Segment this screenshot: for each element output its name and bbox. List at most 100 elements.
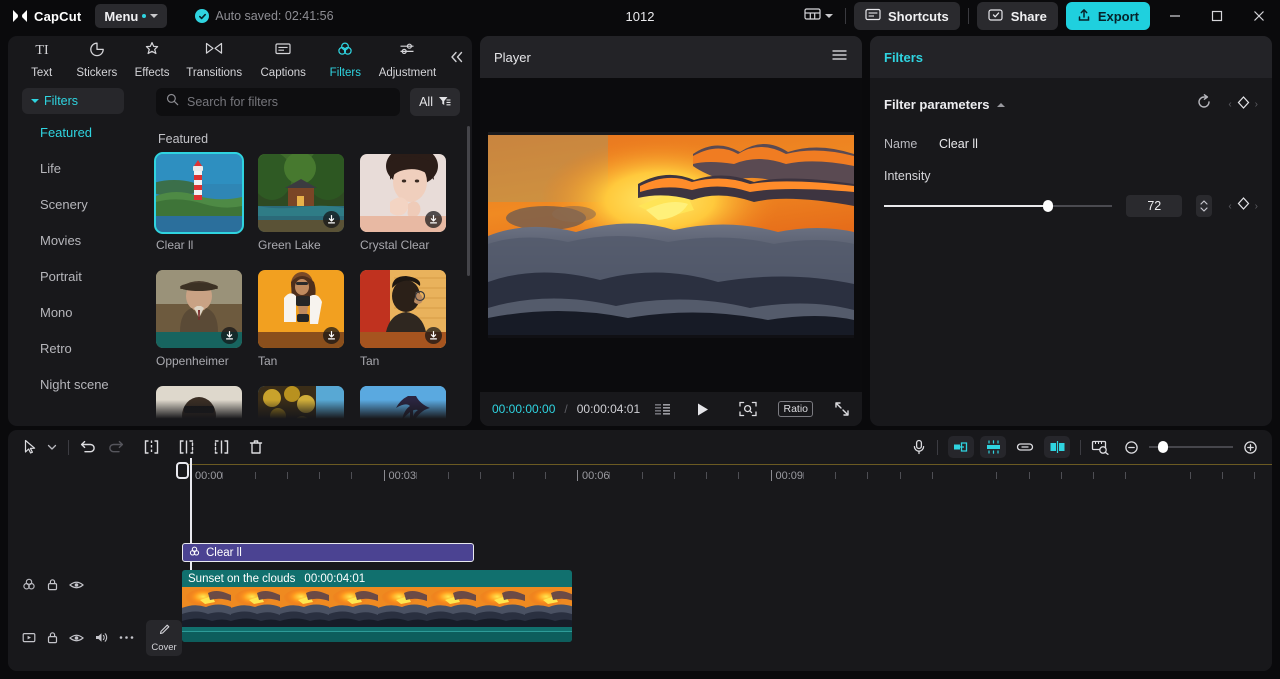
category-header-filters[interactable]: Filters xyxy=(22,88,124,114)
snap-toggle[interactable] xyxy=(948,436,974,458)
play-button[interactable] xyxy=(695,402,710,417)
category-item-scenery[interactable]: Scenery xyxy=(22,186,138,222)
filter-all-button[interactable]: All xyxy=(410,88,460,116)
share-button[interactable]: Share xyxy=(976,2,1058,30)
tab-stickers[interactable]: Stickers xyxy=(69,39,124,79)
menu-button[interactable]: Menu xyxy=(95,4,168,28)
more-icon[interactable] xyxy=(119,635,134,640)
microphone-button[interactable] xyxy=(911,439,927,455)
download-icon[interactable] xyxy=(323,211,340,228)
search-input[interactable] xyxy=(187,95,391,109)
export-button[interactable]: Export xyxy=(1065,2,1150,30)
video-icon[interactable] xyxy=(22,631,36,644)
redo-button[interactable] xyxy=(108,439,125,455)
filter-thumbnail[interactable] xyxy=(156,386,242,426)
auto-cut-toggle[interactable] xyxy=(980,436,1006,458)
intensity-value-input[interactable]: 72 xyxy=(1126,195,1183,217)
volume-icon[interactable] xyxy=(94,631,109,644)
tab-adjustment[interactable]: Adjustment xyxy=(373,39,442,79)
cover-button[interactable]: Cover xyxy=(146,620,182,656)
download-icon[interactable] xyxy=(425,211,442,228)
category-item-life[interactable]: Life xyxy=(22,150,138,186)
download-icon[interactable] xyxy=(221,327,238,344)
filter-item-crystal-clear[interactable]: Crystal Clear xyxy=(360,154,446,252)
next-keyframe-button[interactable]: › xyxy=(1255,99,1258,110)
intensity-slider-handle[interactable] xyxy=(1043,200,1054,212)
search-box[interactable] xyxy=(156,88,401,116)
filter-item-row3-3[interactable] xyxy=(360,386,446,426)
filter-thumbnail[interactable] xyxy=(258,386,344,426)
filter-thumbnail[interactable] xyxy=(156,270,242,348)
fullscreen-icon[interactable] xyxy=(834,401,850,417)
filter-item-row3-1[interactable] xyxy=(156,386,242,426)
lock-icon[interactable] xyxy=(46,578,59,591)
prev-keyframe-button[interactable]: ‹ xyxy=(1228,99,1231,110)
collapse-panel-button[interactable] xyxy=(448,49,466,70)
eye-icon[interactable] xyxy=(69,579,84,591)
filter-thumbnail[interactable] xyxy=(360,270,446,348)
select-mode-dropdown[interactable] xyxy=(46,441,58,453)
link-toggle[interactable] xyxy=(1012,436,1038,458)
category-item-portrait[interactable]: Portrait xyxy=(22,258,138,294)
filter-item-tan-red[interactable]: Tan xyxy=(360,270,446,368)
maximize-button[interactable] xyxy=(1200,1,1234,31)
minimize-button[interactable] xyxy=(1158,1,1192,31)
tab-text[interactable]: TI Text xyxy=(14,39,69,79)
ratio-button[interactable]: Ratio xyxy=(778,401,813,417)
category-item-retro[interactable]: Retro xyxy=(22,330,138,366)
preview-ruler-icon[interactable] xyxy=(1091,439,1110,455)
download-icon[interactable] xyxy=(323,327,340,344)
playhead-handle[interactable] xyxy=(176,462,189,479)
prev-keyframe-button[interactable]: ‹ xyxy=(1228,201,1231,212)
keyframe-diamond-icon[interactable] xyxy=(1236,196,1251,216)
category-item-night-scene[interactable]: Night scene xyxy=(22,366,138,402)
tab-captions[interactable]: Captions xyxy=(249,39,318,79)
timeline-filter-clip[interactable]: Clear ll xyxy=(182,543,474,562)
tab-filters[interactable]: Filters xyxy=(318,39,373,79)
mirror-toggle[interactable] xyxy=(1044,436,1070,458)
cursor-select-icon[interactable] xyxy=(22,439,38,455)
category-item-featured[interactable]: Featured xyxy=(22,114,138,150)
split-icon[interactable] xyxy=(143,439,160,455)
zoom-in-button[interactable] xyxy=(1243,440,1258,455)
filter-item-row3-2[interactable] xyxy=(258,386,344,426)
category-item-mono[interactable]: Mono xyxy=(22,294,138,330)
reset-icon[interactable] xyxy=(1196,94,1212,115)
timeline-ruler[interactable]: 00:00 00:03 00:06 00:09 xyxy=(8,464,1272,492)
filter-item-oppenheimer[interactable]: Oppenheimer xyxy=(156,270,242,368)
lock-icon[interactable] xyxy=(46,631,59,644)
filter-thumbnail[interactable] xyxy=(360,154,446,232)
undo-button[interactable] xyxy=(79,439,96,455)
tab-effects[interactable]: Effects xyxy=(124,39,179,79)
timeline-video-clip[interactable]: Sunset on the clouds 00:00:04:01 xyxy=(182,570,572,642)
filter-item-tan-orange[interactable]: Tan xyxy=(258,270,344,368)
intensity-stepper[interactable] xyxy=(1196,195,1213,217)
trim-left-icon[interactable] xyxy=(178,439,195,455)
layout-button[interactable] xyxy=(800,3,837,30)
filter-thumbnail[interactable] xyxy=(258,154,344,232)
zoom-out-button[interactable] xyxy=(1124,440,1139,455)
quality-icon[interactable] xyxy=(655,403,672,416)
filter-item-green-lake[interactable]: Green Lake xyxy=(258,154,344,252)
next-keyframe-button[interactable]: › xyxy=(1255,201,1258,212)
shortcuts-button[interactable]: Shortcuts xyxy=(854,2,960,30)
download-icon[interactable] xyxy=(425,327,442,344)
intensity-slider[interactable] xyxy=(884,200,1113,212)
keyframe-diamond-icon[interactable] xyxy=(1236,95,1251,115)
tab-transitions[interactable]: Transitions xyxy=(180,39,249,79)
filter-thumbnail[interactable] xyxy=(154,152,244,234)
filters-icon[interactable] xyxy=(22,578,36,591)
delete-button[interactable] xyxy=(248,439,264,455)
zoom-slider[interactable] xyxy=(1149,441,1233,453)
close-button[interactable] xyxy=(1242,1,1276,31)
filter-thumbnail[interactable] xyxy=(258,270,344,348)
hamburger-icon[interactable] xyxy=(831,48,848,67)
video-preview[interactable] xyxy=(488,132,854,338)
category-item-movies[interactable]: Movies xyxy=(22,222,138,258)
crop-focus-icon[interactable] xyxy=(739,401,758,417)
chevron-up-icon[interactable] xyxy=(996,102,1005,107)
zoom-slider-handle[interactable] xyxy=(1158,441,1168,453)
filter-thumbnail[interactable] xyxy=(360,386,446,426)
filter-item-clear-ll[interactable]: Clear ll xyxy=(154,152,244,252)
eye-icon[interactable] xyxy=(69,632,84,644)
